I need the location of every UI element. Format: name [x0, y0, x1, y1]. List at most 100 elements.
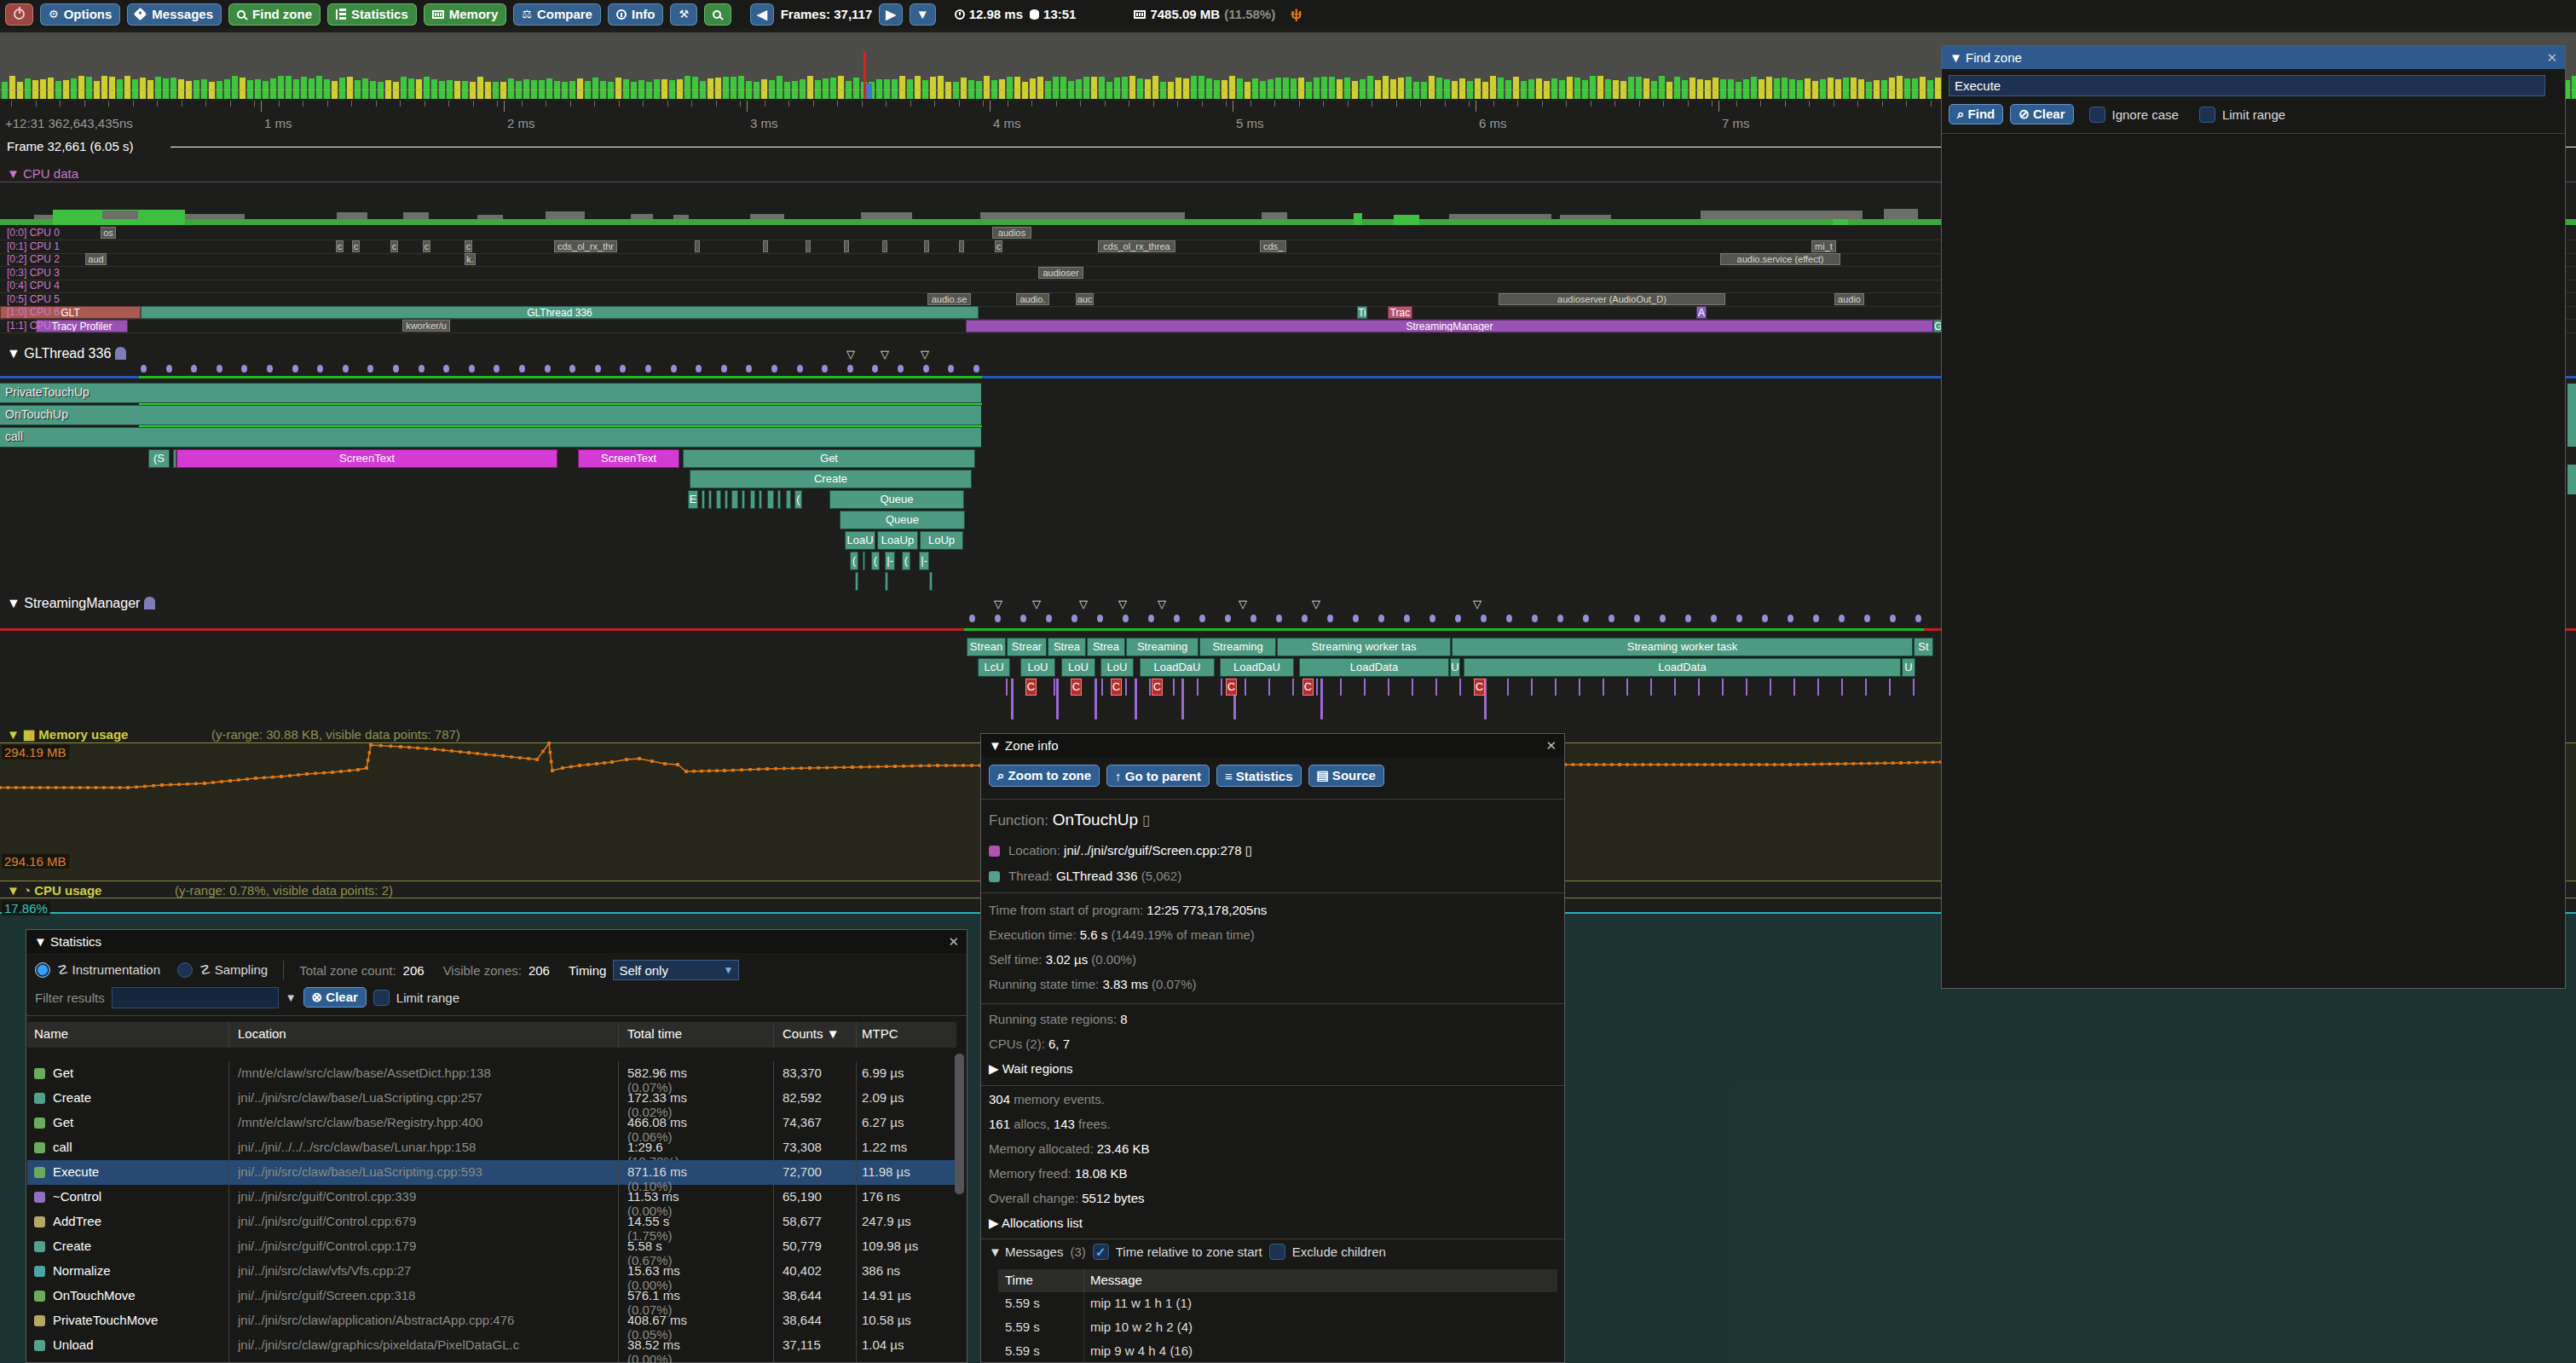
message-marker[interactable]: ▽ — [881, 348, 889, 361]
message-row[interactable]: 5.59 smip 10 w 2 h 2 (4) — [998, 1316, 1557, 1340]
filter-input[interactable] — [112, 987, 279, 1008]
message-marker[interactable]: ▽ — [1118, 598, 1127, 610]
prev-frame-button[interactable]: ◀ — [750, 3, 774, 26]
cpu-zone[interactable]: A — [1696, 306, 1707, 319]
zone-bar[interactable]: ( — [794, 490, 802, 509]
zone-bar[interactable]: U — [1450, 658, 1460, 677]
zone-bar-error[interactable]: C — [1025, 679, 1037, 696]
go-to-parent-button[interactable]: ↑ Go to parent — [1106, 765, 1210, 787]
column-header[interactable]: Counts ▼ — [783, 1026, 840, 1041]
zone-bar[interactable]: ( — [902, 552, 910, 570]
table-row[interactable]: ~Controljni/../jni/src/guif/Control.cpp:… — [27, 1185, 956, 1210]
zone-bar[interactable]: E — [688, 490, 698, 509]
funnel-icon[interactable]: ▼ — [286, 991, 297, 1004]
zone-bar[interactable] — [767, 490, 774, 509]
zone-bar[interactable] — [929, 572, 933, 591]
limit-range-checkbox[interactable] — [373, 990, 390, 1006]
exclude-children-checkbox[interactable] — [1269, 1244, 1285, 1260]
zone-bar[interactable]: Streaming — [1126, 638, 1198, 656]
cpu-process-chip[interactable] — [844, 240, 849, 252]
zone-bar[interactable]: LoadData — [1299, 658, 1449, 677]
limit-range-checkbox[interactable] — [2199, 107, 2215, 123]
streaming-header[interactable]: ▼ StreamingManager — [7, 595, 155, 611]
find-zone-input[interactable]: Execute — [1949, 75, 2545, 96]
time-relative-checkbox[interactable]: ✓ — [1093, 1244, 1109, 1260]
next-frame-button[interactable]: ▶ — [879, 3, 903, 26]
close-icon[interactable]: ✕ — [1545, 738, 1557, 754]
zone-bar[interactable]: call — [0, 427, 981, 448]
zone-bar[interactable]: LoU — [1100, 658, 1134, 677]
cpu-zone[interactable]: GLThread 336 — [141, 306, 979, 319]
zone-bar-error[interactable]: C — [1152, 679, 1163, 696]
column-header[interactable]: Name — [34, 1026, 68, 1041]
zone-bar[interactable]: ScreenText — [578, 449, 679, 468]
zone-bar[interactable]: Streaming worker tas — [1277, 638, 1451, 656]
options-button[interactable]: ⚙Options — [40, 3, 120, 26]
clear-button[interactable]: ⊗ Clear — [303, 987, 367, 1008]
zone-bar[interactable]: (S — [148, 449, 170, 468]
cpu-usage-header[interactable]: ▼ ◔ CPU usage — [7, 883, 101, 898]
cpu-process-chip[interactable]: audio.se — [927, 293, 971, 305]
compare-button[interactable]: ⚖Compare — [513, 3, 601, 26]
zone-bar[interactable]: PrivateTouchUp — [0, 383, 981, 403]
zone-bar[interactable] — [855, 572, 858, 591]
cpu-zone[interactable]: Trac — [1388, 306, 1412, 319]
cpu-process-chip[interactable] — [924, 240, 929, 252]
zone-bar[interactable] — [708, 490, 712, 509]
zone-bar-error[interactable]: C — [1071, 679, 1082, 696]
zone-bar[interactable] — [777, 490, 781, 509]
cpu-process-chip[interactable] — [695, 240, 700, 252]
messages-toggle[interactable]: ▼ Messages — [989, 1245, 1063, 1259]
instrumentation-radio[interactable] — [35, 962, 50, 978]
zone-bar[interactable]: Strea — [1087, 638, 1125, 656]
table-row[interactable]: PrivateTouchMovejni/../jni/src/claw/appl… — [27, 1308, 956, 1333]
zone-bar[interactable] — [716, 490, 721, 509]
message-marker[interactable]: ▽ — [1239, 598, 1247, 610]
zone-bar-error[interactable]: C — [1226, 679, 1237, 696]
info-button[interactable]: Info — [608, 3, 664, 26]
zone-bar[interactable]: Queue — [829, 490, 964, 509]
zone-bar[interactable]: Create — [690, 470, 972, 488]
close-icon[interactable]: ✕ — [948, 934, 959, 950]
cpu-process-chip[interactable]: cds_ — [1260, 240, 1286, 252]
zone-bar[interactable]: |- — [885, 552, 895, 570]
zone-bar[interactable]: LoaU — [845, 531, 875, 550]
zone-bar[interactable] — [786, 490, 791, 509]
table-row[interactable]: Get/mnt/e/claw/src/claw/base/Registry.hp… — [27, 1111, 956, 1135]
cpu-process-chip[interactable]: c — [995, 240, 1002, 252]
cpu-process-chip[interactable] — [959, 240, 964, 252]
zone-bar[interactable] — [750, 490, 755, 509]
cpu-process-chip[interactable]: audioserver (AudioOut_D) — [1499, 293, 1725, 305]
cpu-process-chip[interactable]: k. — [465, 253, 476, 265]
zone-bar[interactable]: Streaming — [1199, 638, 1276, 656]
tools-button[interactable]: ⚒ — [670, 3, 697, 26]
zone-bar[interactable]: Streaming worker task — [1452, 638, 1913, 656]
zone-bar[interactable] — [885, 572, 888, 591]
zone-bar[interactable]: ( — [850, 552, 858, 570]
zone-bar[interactable] — [742, 490, 745, 509]
zone-bar[interactable] — [759, 490, 762, 509]
zone-bar[interactable]: LcU — [978, 658, 1010, 677]
cpu-process-chip[interactable] — [882, 240, 887, 252]
message-row[interactable]: 5.59 smip 11 w 1 h 1 (1) — [998, 1292, 1557, 1316]
cpu-process-chip[interactable]: auc — [1076, 293, 1094, 305]
cpu-process-chip[interactable]: audio.service (effect) — [1720, 253, 1840, 265]
cpu-process-chip[interactable]: c — [336, 240, 344, 252]
column-header[interactable]: Message — [1090, 1273, 1142, 1287]
sampling-radio[interactable] — [177, 962, 193, 978]
find-button[interactable]: ⌕ Find — [1949, 104, 2003, 124]
zone-bar[interactable]: LoU — [1061, 658, 1095, 677]
cpu-process-chip[interactable]: kworker/u — [402, 320, 450, 332]
column-header[interactable]: Total time — [627, 1026, 682, 1041]
cpu-zone[interactable]: Ti — [1357, 306, 1367, 319]
message-marker[interactable]: ▽ — [994, 598, 1002, 610]
zone-bar[interactable]: ScreenText — [176, 449, 557, 468]
zone-bar[interactable]: Get — [683, 449, 975, 468]
zone-bar[interactable]: St — [1914, 638, 1933, 656]
message-marker[interactable]: ▽ — [1079, 598, 1088, 610]
memory-button[interactable]: Memory — [424, 3, 507, 26]
zone-bar-error[interactable]: C — [1474, 679, 1485, 696]
cpu-process-chip[interactable]: audio — [1834, 293, 1864, 305]
zone-bar[interactable]: LoadDaU — [1140, 658, 1215, 677]
table-row[interactable]: calljni/../jni/../../../src/claw/base/Lu… — [27, 1135, 956, 1160]
